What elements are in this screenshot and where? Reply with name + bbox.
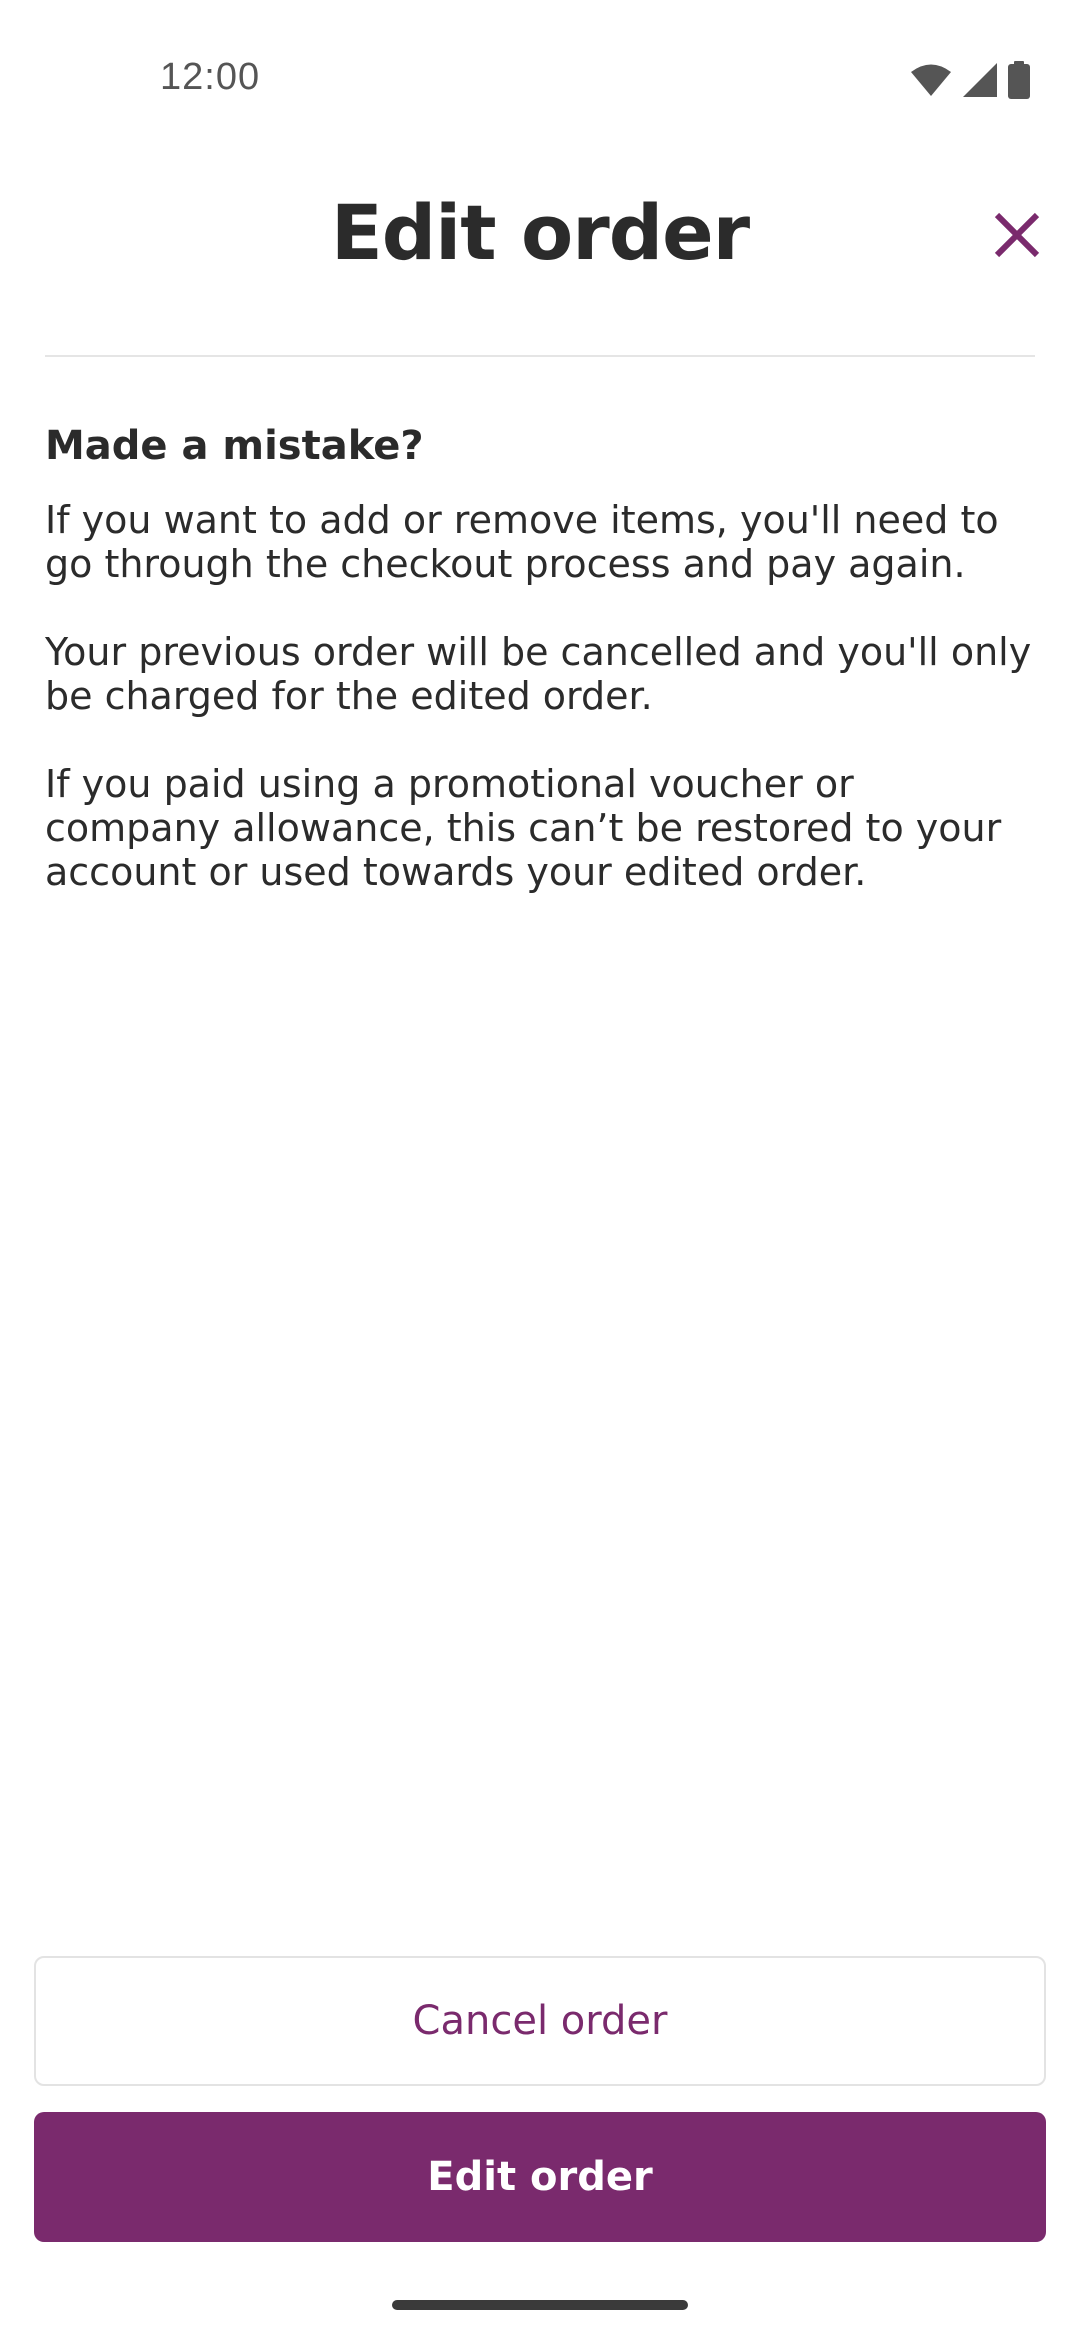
close-button[interactable]	[980, 200, 1054, 274]
edit-order-button[interactable]: Edit order	[34, 2112, 1046, 2242]
status-icons	[910, 60, 1030, 104]
cancel-order-button[interactable]: Cancel order	[34, 1956, 1046, 2086]
home-indicator[interactable]	[392, 2300, 688, 2310]
info-paragraph-3: If you paid using a promotional voucher …	[45, 762, 1002, 894]
section-heading: Made a mistake?	[45, 423, 424, 469]
battery-icon	[1008, 61, 1030, 103]
info-paragraph-1: If you want to add or remove items, you'…	[45, 498, 999, 586]
content: Made a mistake? If you want to add or re…	[45, 420, 1040, 938]
cellular-signal-icon	[962, 62, 998, 102]
info-paragraph-2: Your previous order will be cancelled an…	[45, 630, 1032, 718]
header-divider	[45, 355, 1035, 357]
status-bar: 12:00	[0, 0, 1080, 160]
wifi-icon	[910, 63, 952, 101]
page-title: Edit order	[330, 188, 750, 277]
status-time: 12:00	[160, 56, 261, 98]
close-icon	[993, 211, 1041, 263]
header: Edit order	[0, 160, 1080, 356]
